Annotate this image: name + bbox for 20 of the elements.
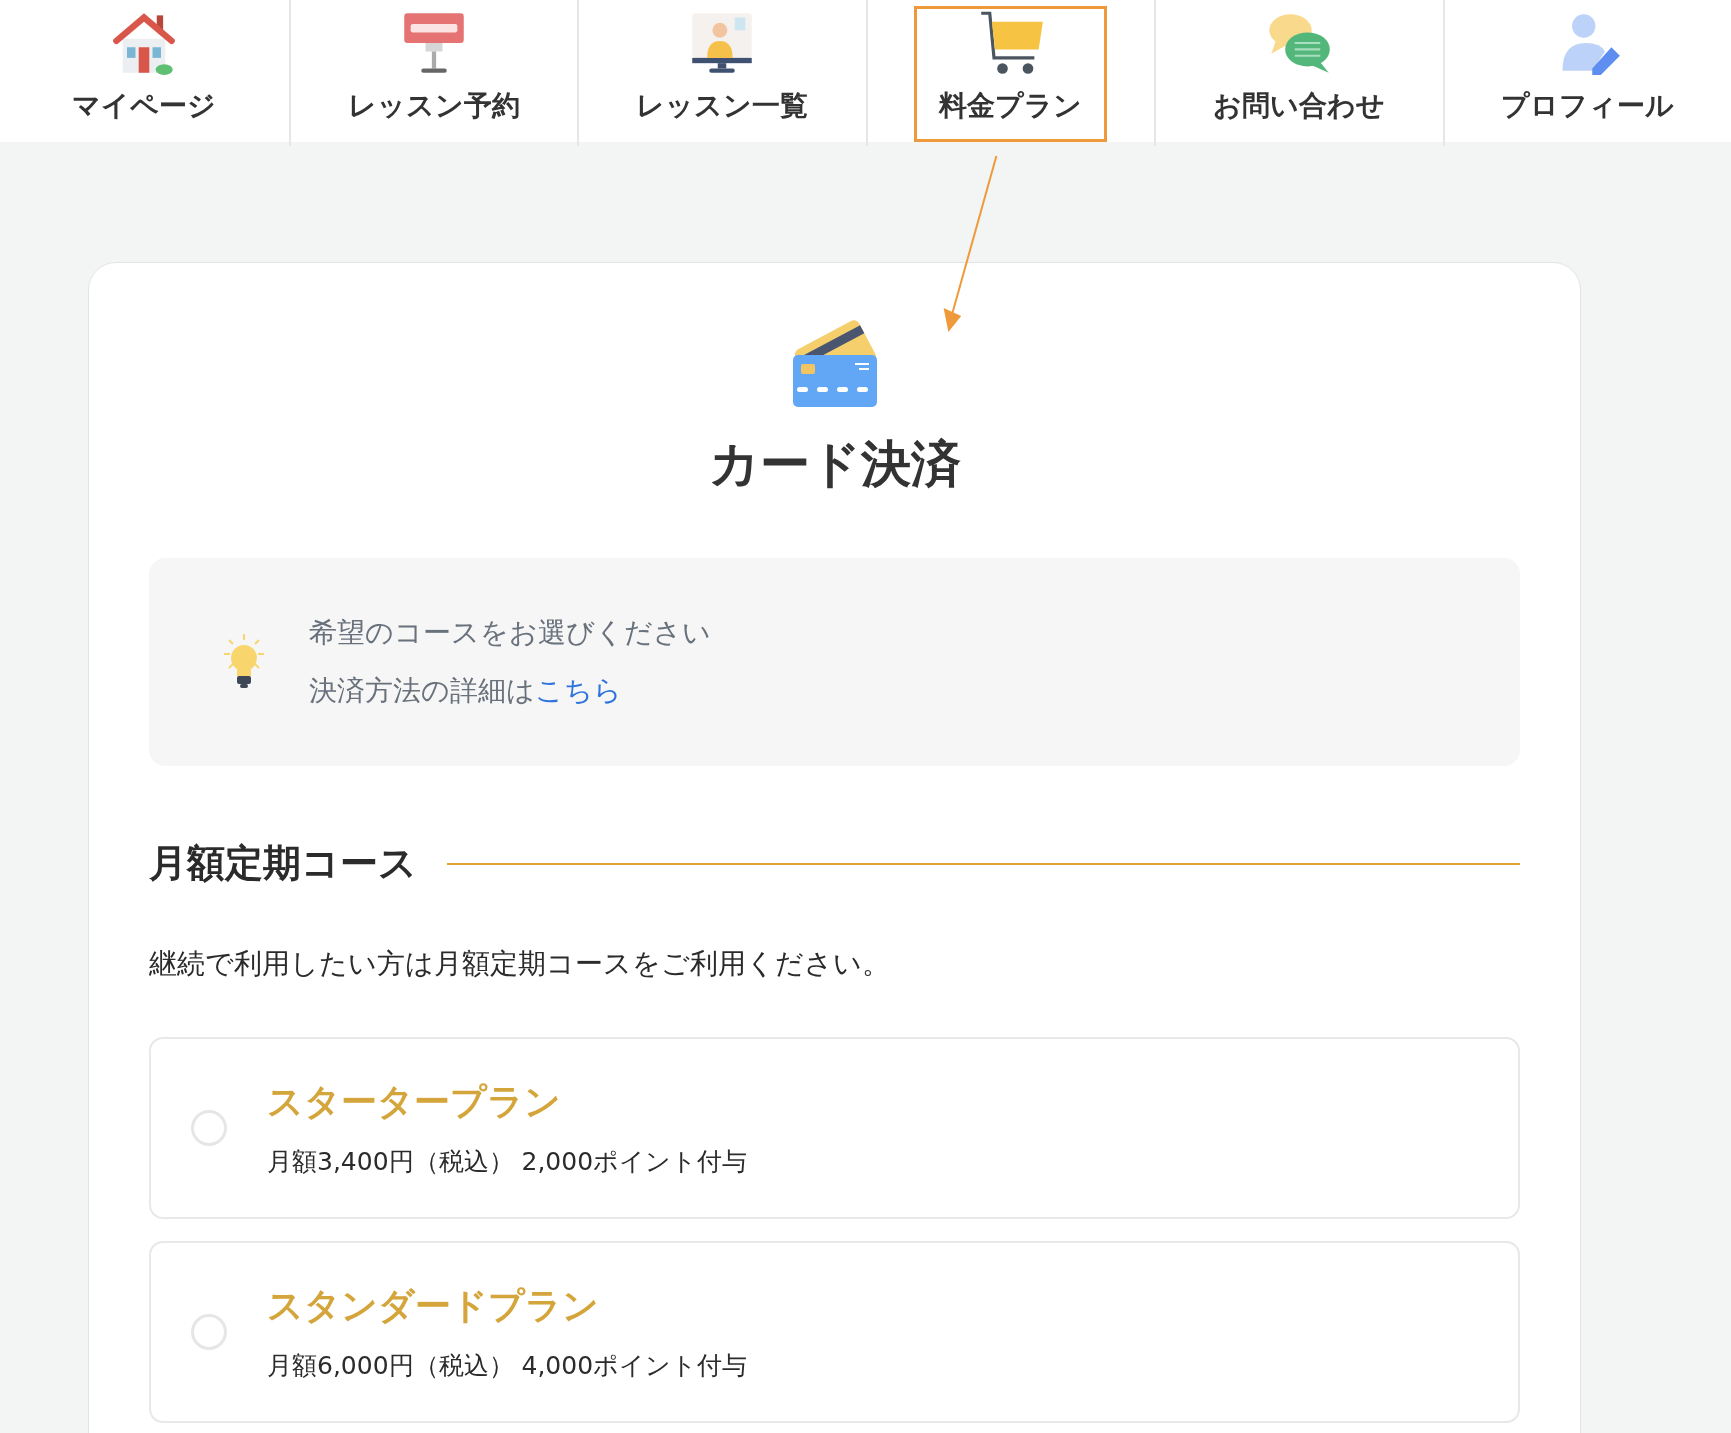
nav-tab[interactable]: 料金プラン bbox=[914, 6, 1108, 142]
notice-text: 希望のコースをお選びください bbox=[309, 614, 711, 651]
nav-tab[interactable]: マイページ bbox=[47, 6, 242, 142]
plan-name: スタンダードプラン bbox=[267, 1284, 600, 1328]
plan-detail: 月額3,400円（税込） 2,000ポイント付与 bbox=[267, 1146, 748, 1178]
radio-button[interactable] bbox=[191, 1110, 227, 1146]
plan-detail: 月額6,000円（税込） 4,000ポイント付与 bbox=[267, 1350, 748, 1382]
section-heading: 月額定期コース bbox=[149, 840, 417, 887]
radio-button[interactable] bbox=[191, 1314, 227, 1350]
plan-option[interactable]: スタンダードプラン 月額6,000円（税込） 4,000ポイント付与 bbox=[149, 1241, 1520, 1423]
page-title: カード決済 bbox=[707, 434, 962, 495]
nav-tab[interactable]: レッスン予約 bbox=[322, 6, 545, 142]
nav-tab[interactable]: お問い合わせ bbox=[1188, 6, 1411, 142]
details-link[interactable]: こちら bbox=[535, 674, 622, 707]
section-description: 継続で利用したい方は月額定期コースをご利用ください。 bbox=[149, 946, 891, 982]
notice-text: 決済方法の詳細は こちら bbox=[309, 673, 623, 709]
plan-option[interactable]: スタータープラン 月額3,400円（税込） 2,000ポイント付与 bbox=[149, 1037, 1520, 1219]
plan-name: スタータープラン bbox=[267, 1080, 562, 1124]
nav-tab[interactable]: プロフィール bbox=[1476, 6, 1700, 142]
nav-tab[interactable]: レッスン一覧 bbox=[611, 6, 834, 142]
